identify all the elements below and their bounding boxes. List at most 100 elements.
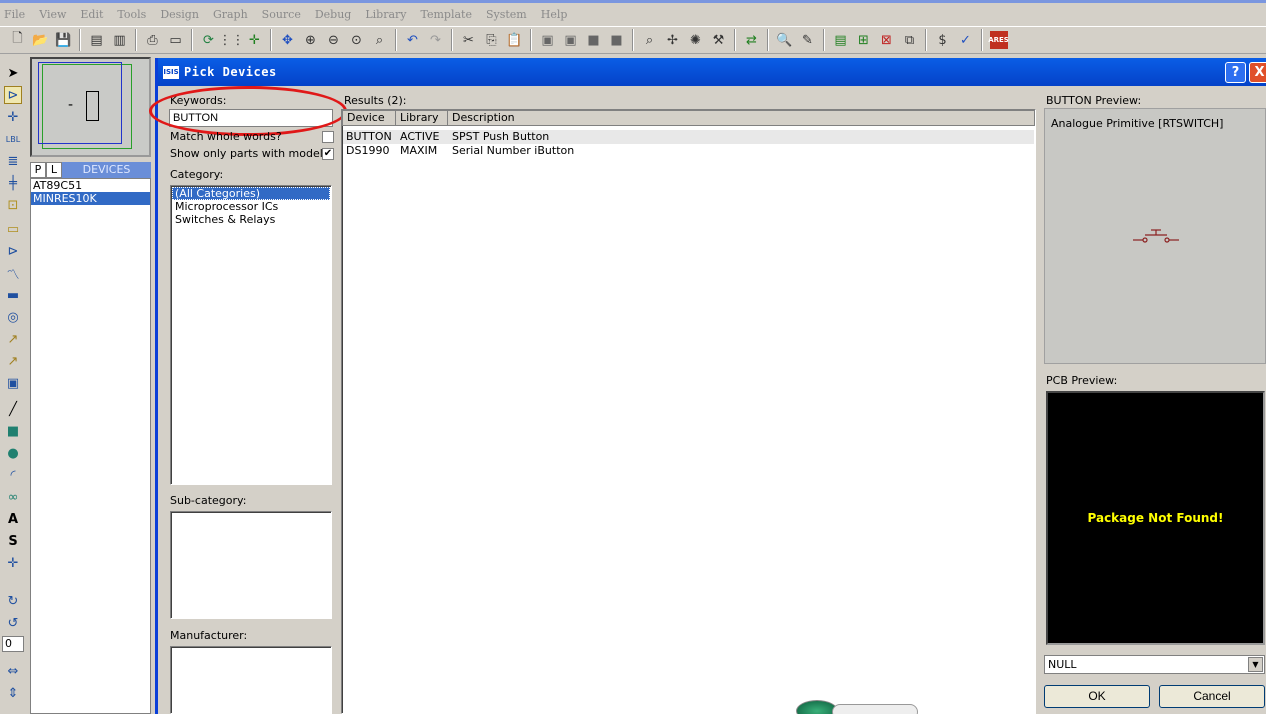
current-probe-icon[interactable]: ↗ xyxy=(4,352,22,370)
pick-device-icon[interactable]: ⌕ xyxy=(641,31,659,49)
package-tool-icon[interactable]: ✺ xyxy=(687,31,705,49)
open-folder-icon[interactable]: 📂 xyxy=(32,31,50,49)
floating-pill[interactable] xyxy=(832,704,918,714)
symbol-icon[interactable]: S xyxy=(4,532,22,550)
menu-design[interactable]: Design xyxy=(160,8,199,21)
menu-system[interactable]: System xyxy=(486,8,527,21)
menu-debug[interactable]: Debug xyxy=(315,8,352,21)
table-row[interactable]: DS1990 MAXIM Serial Number iButton xyxy=(343,144,1034,158)
library-manager-button[interactable]: L xyxy=(46,162,62,178)
show-only-models-checkbox[interactable]: ✔ xyxy=(322,148,334,160)
column-header-device[interactable]: Device xyxy=(343,111,396,125)
undo-icon[interactable]: ↶ xyxy=(404,31,422,49)
category-item[interactable]: (All Categories) xyxy=(172,187,330,200)
new-file-icon[interactable]: 🗋 xyxy=(9,31,27,49)
save-icon[interactable]: 💾 xyxy=(55,31,73,49)
goto-sheet-icon[interactable]: ⧉ xyxy=(901,31,919,49)
selection-mode-icon[interactable]: ➤ xyxy=(4,64,22,82)
copy-icon[interactable]: ⎘ xyxy=(483,31,501,49)
overview-window[interactable]: - xyxy=(30,57,151,157)
wire-autorouter-icon[interactable]: ⇄ xyxy=(743,31,761,49)
box-icon[interactable]: ■ xyxy=(4,422,22,440)
cut-icon[interactable]: ✂ xyxy=(460,31,478,49)
help-button[interactable]: ? xyxy=(1225,62,1246,83)
menu-tools[interactable]: Tools xyxy=(117,8,146,21)
chevron-down-icon[interactable]: ▼ xyxy=(1248,657,1263,672)
mirror-vertical-icon[interactable]: ⇕ xyxy=(4,684,22,702)
bill-of-materials-icon[interactable]: $ xyxy=(934,31,952,49)
floating-widget[interactable] xyxy=(796,698,921,714)
rotate-ccw-icon[interactable]: ↺ xyxy=(4,614,22,632)
subcategory-list[interactable] xyxy=(170,511,332,619)
arc-icon[interactable]: ◜ xyxy=(4,466,22,484)
keywords-input[interactable]: BUTTON xyxy=(169,109,333,127)
menu-file[interactable]: File xyxy=(4,8,25,21)
block-delete-icon[interactable]: ■ xyxy=(608,31,626,49)
remove-sheet-icon[interactable]: ⊠ xyxy=(878,31,896,49)
component-mode-icon[interactable]: ⊳ xyxy=(4,86,22,104)
category-item[interactable]: Switches & Relays xyxy=(172,213,330,226)
device-pin-icon[interactable]: ⊳ xyxy=(4,242,22,260)
virtual-instrument-icon[interactable]: ▣ xyxy=(4,374,22,392)
voltage-probe-icon[interactable]: ↗ xyxy=(4,330,22,348)
import-icon[interactable]: ▤ xyxy=(88,31,106,49)
zoom-out-icon[interactable]: ⊖ xyxy=(325,31,343,49)
menu-view[interactable]: View xyxy=(39,8,66,21)
refresh-icon[interactable]: ⟳ xyxy=(200,31,218,49)
mirror-horizontal-icon[interactable]: ⇔ xyxy=(4,662,22,680)
zoom-area-icon[interactable]: ⌕ xyxy=(371,31,389,49)
close-button[interactable]: X xyxy=(1249,62,1266,83)
manufacturer-list[interactable] xyxy=(170,646,332,714)
category-item[interactable]: Microprocessor ICs xyxy=(172,200,330,213)
device-list[interactable]: AT89C51 MINRES10K xyxy=(30,178,151,714)
circle-icon[interactable]: ● xyxy=(4,444,22,462)
pick-from-library-button[interactable]: P xyxy=(30,162,46,178)
zoom-in-icon[interactable]: ⊕ xyxy=(302,31,320,49)
origin-icon[interactable]: ✛ xyxy=(246,31,264,49)
export-icon[interactable]: ▥ xyxy=(111,31,129,49)
match-whole-words-checkbox[interactable] xyxy=(322,131,334,143)
zoom-all-icon[interactable]: ⊙ xyxy=(348,31,366,49)
rotation-angle-field[interactable]: 0 xyxy=(2,636,24,652)
redo-icon[interactable]: ↷ xyxy=(427,31,445,49)
make-device-icon[interactable]: ✢ xyxy=(664,31,682,49)
menu-edit[interactable]: Edit xyxy=(80,8,103,21)
tape-recorder-icon[interactable]: ▬ xyxy=(4,286,22,304)
add-sheet-icon[interactable]: ⊞ xyxy=(855,31,873,49)
search-tag-icon[interactable]: 🔍 xyxy=(776,31,794,49)
line-icon[interactable]: ╱ xyxy=(4,400,22,418)
list-item[interactable]: AT89C51 xyxy=(31,179,150,192)
paste-icon[interactable]: 📋 xyxy=(506,31,524,49)
menu-source[interactable]: Source xyxy=(262,8,301,21)
decompose-icon[interactable]: ⚒ xyxy=(710,31,728,49)
print-area-icon[interactable]: ▭ xyxy=(167,31,185,49)
block-copy-icon[interactable]: ▣ xyxy=(539,31,557,49)
column-header-library[interactable]: Library xyxy=(396,111,448,125)
generator-icon[interactable]: ◎ xyxy=(4,308,22,326)
ares-icon[interactable]: ARES xyxy=(988,31,1009,49)
print-icon[interactable]: ⎙ xyxy=(144,31,162,49)
path-icon[interactable]: ∞ xyxy=(4,488,22,506)
block-move-icon[interactable]: ▣ xyxy=(562,31,580,49)
wire-label-icon[interactable]: LBL xyxy=(4,130,22,148)
bus-icon[interactable]: ╪ xyxy=(4,174,22,192)
marker-icon[interactable]: ✛ xyxy=(4,554,22,572)
menu-graph[interactable]: Graph xyxy=(213,8,248,21)
list-item[interactable]: MINRES10K xyxy=(31,192,150,205)
column-header-description[interactable]: Description xyxy=(448,111,1034,125)
menu-help[interactable]: Help xyxy=(541,8,568,21)
pan-icon[interactable]: ✥ xyxy=(279,31,297,49)
category-list[interactable]: (All Categories) Microprocessor ICs Swit… xyxy=(170,185,332,485)
property-tool-icon[interactable]: ✎ xyxy=(799,31,817,49)
cancel-button[interactable]: Cancel xyxy=(1159,685,1265,708)
junction-dot-icon[interactable]: ✛ xyxy=(4,108,22,126)
block-rotate-icon[interactable]: ■ xyxy=(585,31,603,49)
rotate-cw-icon[interactable]: ↻ xyxy=(4,592,22,610)
electrical-check-icon[interactable]: ✓ xyxy=(957,31,975,49)
dialog-title-bar[interactable]: ISIS Pick Devices ? X xyxy=(158,58,1266,86)
ok-button[interactable]: OK xyxy=(1044,685,1150,708)
graph-icon[interactable]: 〽 xyxy=(4,264,22,283)
terminal-icon[interactable]: ▭ xyxy=(4,220,22,238)
text-script-icon[interactable]: ≣ xyxy=(4,152,22,170)
package-select[interactable]: NULL ▼ xyxy=(1044,655,1265,674)
